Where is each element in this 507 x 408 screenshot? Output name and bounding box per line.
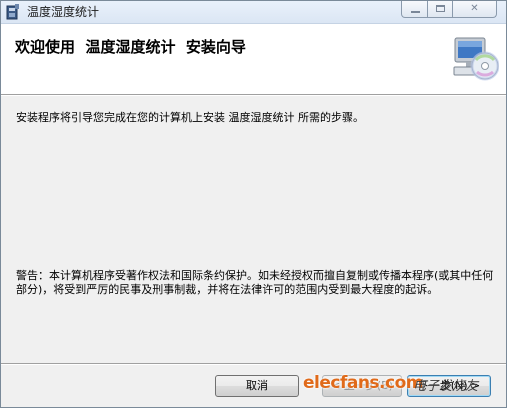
footer-divider [1, 363, 506, 365]
maximize-button[interactable] [427, 1, 453, 18]
cancel-button[interactable]: 取消 [215, 375, 299, 397]
intro-text: 安装程序将引导您完成在您的计算机上安装 温度湿度统计 所需的步骤。 [16, 111, 364, 124]
copyright-warning: 警告：本计算机程序受著作权法和国际条约保护。如未经授权而擅自复制或传播本程序(或… [16, 269, 494, 296]
header-divider [1, 95, 506, 96]
close-button[interactable]: ✕ [452, 1, 497, 18]
computer-disc-icon [449, 34, 500, 84]
window-title: 温度湿度统计 [27, 5, 100, 19]
title-bar[interactable]: 温度湿度统计 ✕ [1, 1, 506, 24]
installer-icon [6, 4, 20, 20]
watermark-logo: elecfans.com [303, 373, 423, 393]
close-icon: ✕ [470, 3, 479, 14]
installer-window: 温度湿度统计 ✕ 欢迎使用 温度湿度统计 安装向导 安装程序将引导您完成在您的计… [0, 0, 507, 408]
wizard-header: 欢迎使用 温度湿度统计 安装向导 [1, 24, 506, 95]
maximize-icon [436, 5, 445, 12]
wizard-title: 欢迎使用 温度湿度统计 安装向导 [15, 38, 246, 56]
minimize-icon [411, 11, 420, 13]
watermark-subtext: 电子发烧友 [413, 379, 479, 394]
minimize-button[interactable] [401, 1, 428, 18]
